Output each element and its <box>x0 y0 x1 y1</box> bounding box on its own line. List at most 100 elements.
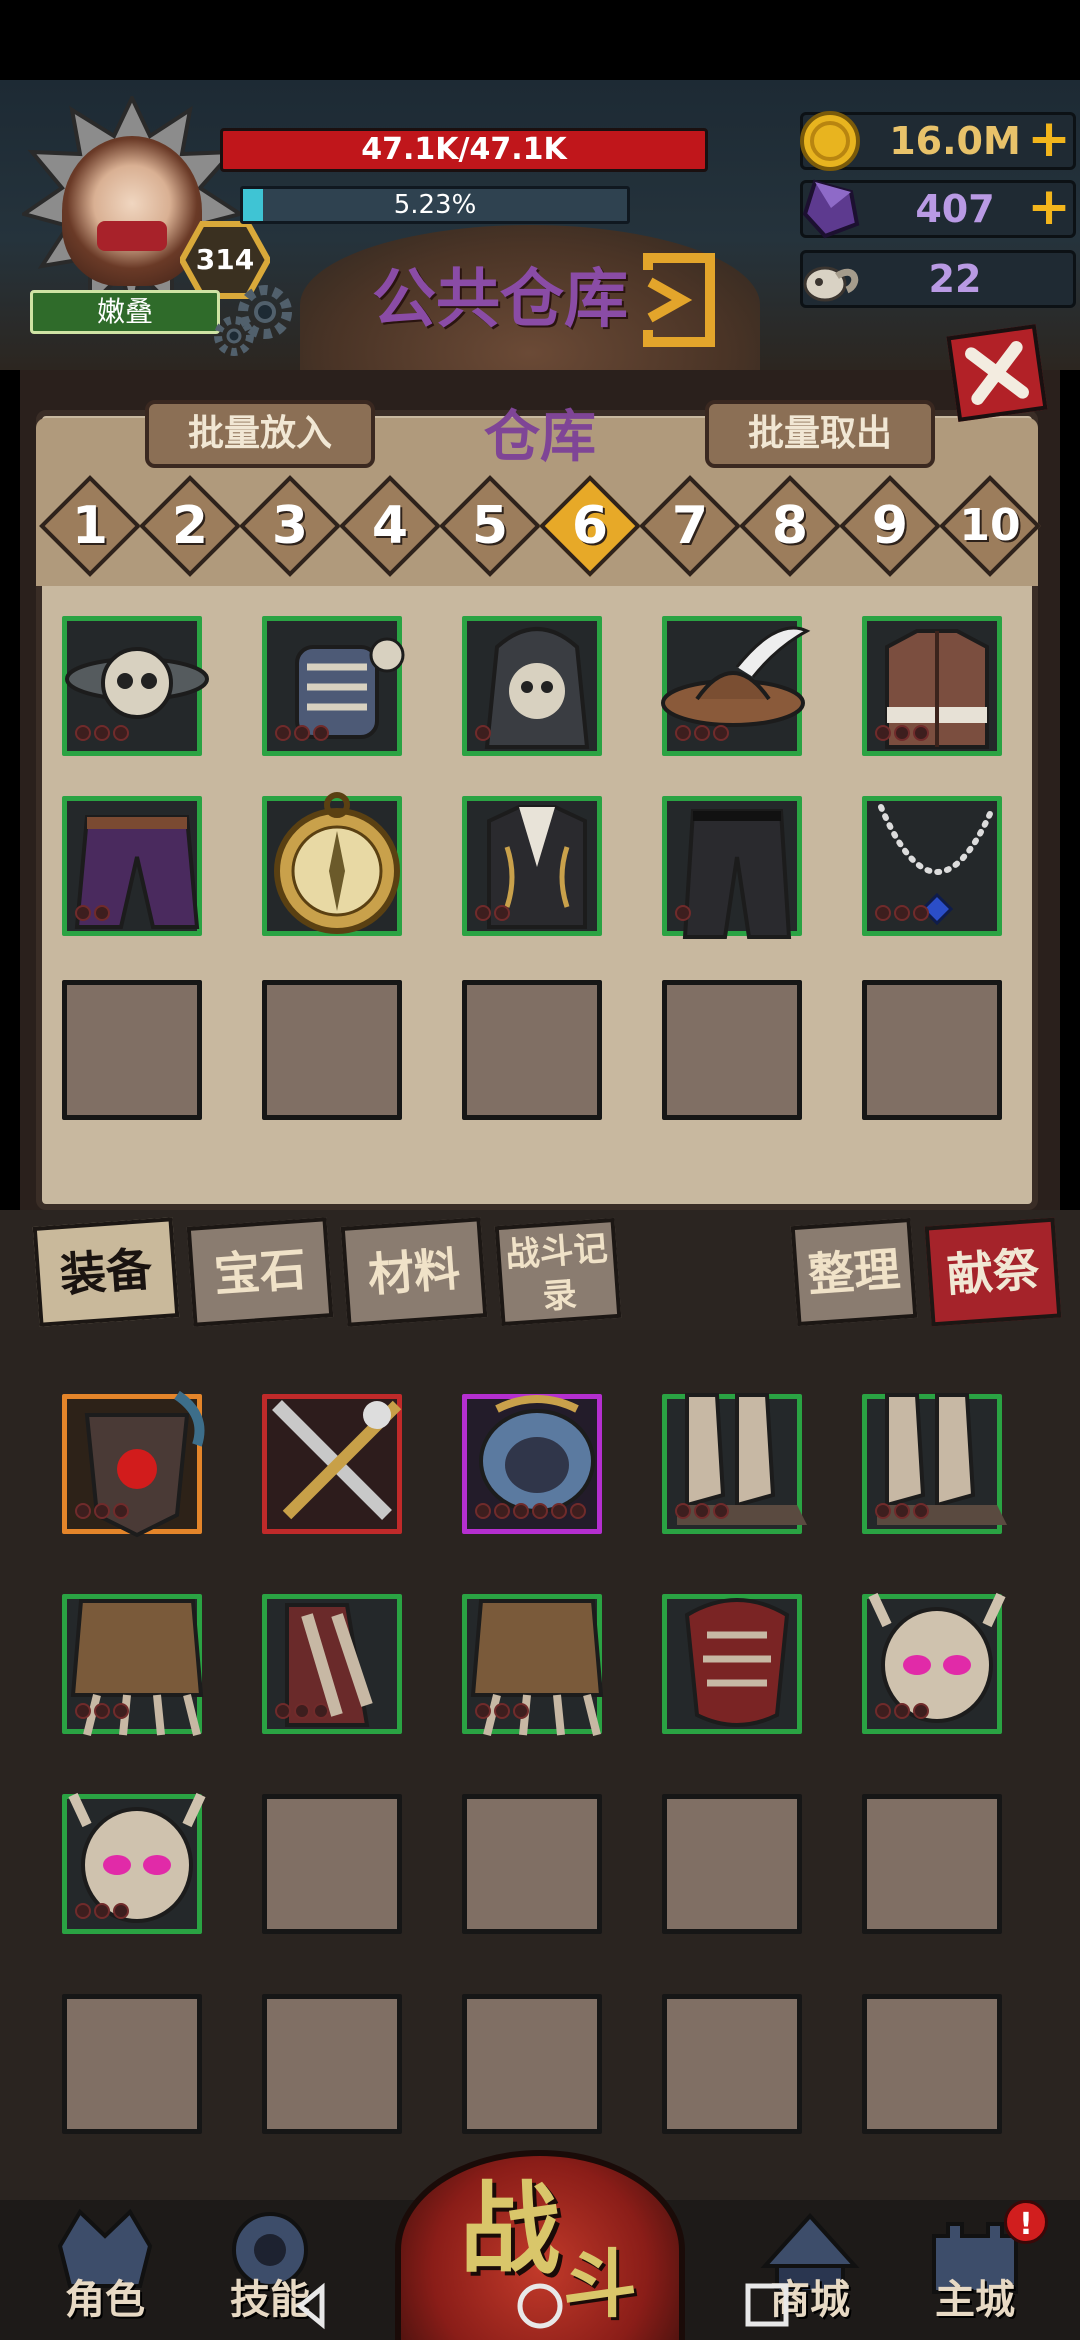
star-dots <box>475 905 510 925</box>
warehouse-slot-4[interactable] <box>661 616 811 756</box>
avatar-mask <box>97 221 167 251</box>
crossed-swords-icon <box>272 1400 402 1520</box>
inventory-slot-7[interactable] <box>262 1594 402 1734</box>
player-level: 314 <box>195 243 255 276</box>
xp-percent: 5.23% <box>393 190 477 220</box>
star-dots <box>275 1703 329 1723</box>
warehouse-empty-slot[interactable] <box>662 980 802 1120</box>
star-dots <box>675 905 691 925</box>
nav-character[interactable]: 角色 <box>30 2200 180 2340</box>
crystal-value: 407 <box>915 187 995 231</box>
batch-take-out-button[interactable]: 批量取出 <box>705 400 935 468</box>
close-button[interactable] <box>946 324 1048 422</box>
warehouse-slot-3[interactable] <box>462 616 602 756</box>
inventory-slot-6[interactable] <box>62 1594 204 1736</box>
warehouse-slot-5[interactable] <box>862 616 1002 756</box>
page-tab-4[interactable]: 4 <box>339 475 441 577</box>
page-tab-9[interactable]: 9 <box>839 475 941 577</box>
tab-materials[interactable]: 材料 <box>340 1217 488 1327</box>
hp-value: 47.1K/47.1K <box>361 132 567 167</box>
page-tab-7[interactable]: 7 <box>639 475 741 577</box>
page-tab-8[interactable]: 8 <box>739 475 841 577</box>
star-dots <box>875 1703 929 1723</box>
gear-icon[interactable] <box>210 280 300 360</box>
tab-gems[interactable]: 宝石 <box>186 1217 334 1327</box>
warehouse-slot-9[interactable] <box>662 796 802 939</box>
star-dots <box>75 1503 129 1523</box>
tab-battle-record[interactable]: 战斗记录 <box>494 1217 622 1327</box>
star-dots <box>475 1503 586 1523</box>
star-dots <box>875 725 929 745</box>
star-dots <box>675 1503 729 1523</box>
star-dots <box>475 1703 529 1723</box>
enter-arrow-icon[interactable] <box>640 252 720 348</box>
skull-value: 22 <box>928 257 982 301</box>
gold-value: 16.0M <box>889 119 1021 163</box>
inventory-slot-8[interactable] <box>462 1594 604 1736</box>
sacrifice-button[interactable]: 献祭 <box>924 1217 1062 1327</box>
inventory-empty-slot[interactable] <box>262 1794 402 1934</box>
warehouse-slot-7[interactable] <box>262 792 402 936</box>
inventory-empty-slot[interactable] <box>462 1794 602 1934</box>
nav-shop[interactable]: 商城 <box>735 2200 885 2340</box>
inventory-slot-5[interactable] <box>862 1393 1007 1534</box>
public-warehouse-button[interactable]: 公共仓库 <box>340 250 660 350</box>
inventory-slot-10[interactable] <box>862 1592 1006 1734</box>
inventory-slot-11[interactable] <box>62 1792 206 1934</box>
page-tab-3[interactable]: 3 <box>239 475 341 577</box>
tab-equipment[interactable]: 装备 <box>32 1217 180 1327</box>
inventory-empty-slot[interactable] <box>262 1994 402 2134</box>
close-icon <box>965 341 1029 405</box>
inventory-slot-9[interactable] <box>662 1594 802 1734</box>
status-bar-area <box>0 0 1080 80</box>
page-tab-1[interactable]: 1 <box>39 475 141 577</box>
warehouse-slot-1[interactable] <box>62 616 209 756</box>
warehouse-slot-10[interactable] <box>862 796 1002 936</box>
ram-skull-icon <box>803 266 859 302</box>
purple-crystal-icon <box>802 179 860 239</box>
star-dots <box>75 725 129 745</box>
inventory-empty-slot[interactable] <box>62 1994 202 2134</box>
inventory-slot-4[interactable] <box>662 1393 807 1534</box>
page-tab-6[interactable]: 6 <box>539 475 641 577</box>
batch-put-in-button[interactable]: 批量放入 <box>145 400 375 468</box>
warehouse-empty-slot[interactable] <box>462 980 602 1120</box>
battle-label: 战 <box>460 2171 560 2288</box>
star-dots <box>475 725 491 745</box>
warehouse-title: 仓库 <box>484 405 596 470</box>
page-tab-5[interactable]: 5 <box>439 475 541 577</box>
page-tab-10[interactable]: 10 <box>939 475 1041 577</box>
warehouse-empty-slot[interactable] <box>862 980 1002 1120</box>
inventory-empty-slot[interactable] <box>862 1794 1002 1934</box>
warehouse-slot-8[interactable] <box>462 796 602 936</box>
red-bone-chest-icon <box>684 1598 790 1727</box>
inventory-slot-3[interactable] <box>462 1394 602 1534</box>
star-dots <box>675 725 729 745</box>
inventory-slot-2[interactable] <box>262 1394 402 1534</box>
inventory-empty-slot[interactable] <box>662 1994 802 2134</box>
sort-button[interactable]: 整理 <box>790 1217 918 1327</box>
warehouse-slot-2[interactable] <box>262 616 405 756</box>
star-dots <box>75 905 110 925</box>
compass-icon <box>274 792 400 934</box>
add-crystal-button[interactable]: + <box>1024 180 1074 238</box>
warehouse-slot-6[interactable] <box>62 796 202 936</box>
notification-badge: ! <box>1004 2200 1048 2244</box>
player-name: 嫩叠 <box>30 290 220 334</box>
inventory-slot-1[interactable] <box>62 1390 205 1538</box>
star-dots <box>875 905 929 925</box>
nav-skills[interactable]: 技能 <box>195 2200 345 2340</box>
battle-label: 斗 <box>563 2242 637 2328</box>
inventory-empty-slot[interactable] <box>862 1994 1002 2134</box>
warehouse-empty-slot[interactable] <box>62 980 202 1120</box>
inventory-empty-slot[interactable] <box>662 1794 802 1934</box>
add-gold-button[interactable]: + <box>1024 112 1074 170</box>
star-dots <box>875 1503 929 1523</box>
inventory-empty-slot[interactable] <box>462 1994 602 2134</box>
star-dots <box>275 725 329 745</box>
gold-coin-icon <box>800 111 860 171</box>
page-tab-2[interactable]: 2 <box>139 475 241 577</box>
star-dots <box>75 1903 129 1923</box>
warehouse-empty-slot[interactable] <box>262 980 402 1120</box>
star-dots <box>75 1703 129 1723</box>
